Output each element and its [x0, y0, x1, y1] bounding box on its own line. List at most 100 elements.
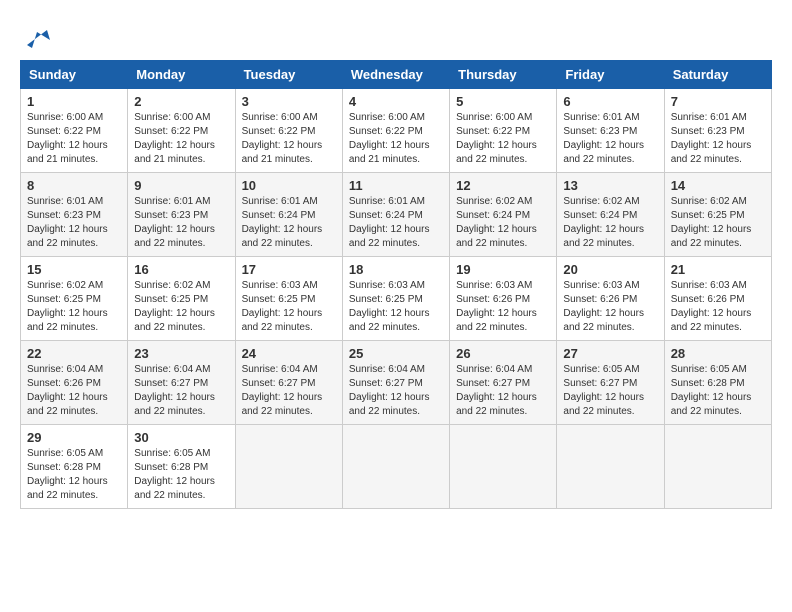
day-number: 22	[27, 346, 121, 361]
calendar-week-row: 8 Sunrise: 6:01 AM Sunset: 6:23 PM Daylig…	[21, 173, 772, 257]
day-number: 18	[349, 262, 443, 277]
weekday-header: Saturday	[664, 61, 771, 89]
day-info: Sunrise: 6:05 AM Sunset: 6:28 PM Dayligh…	[27, 447, 121, 503]
calendar-header-row: SundayMondayTuesdayWednesdayThursdayFrid…	[21, 61, 772, 89]
calendar-cell: 4Sunrise: 6:00 AM Sunset: 6:22 PM Daylig…	[342, 89, 449, 173]
calendar-cell: 8 Sunrise: 6:01 AM Sunset: 6:23 PM Daylig…	[21, 173, 128, 257]
day-number: 29	[27, 430, 121, 445]
day-number: 26	[456, 346, 550, 361]
day-info: Sunrise: 6:01 AM Sunset: 6:24 PM Dayligh…	[242, 195, 336, 251]
day-number: 12	[456, 178, 550, 193]
calendar-week-row: 1Sunrise: 6:00 AM Sunset: 6:22 PM Daylig…	[21, 89, 772, 173]
day-info: Sunrise: 6:04 AM Sunset: 6:26 PM Dayligh…	[27, 363, 121, 419]
calendar-cell: 18 Sunrise: 6:03 AM Sunset: 6:25 PM Dayli…	[342, 257, 449, 341]
calendar-cell: 11 Sunrise: 6:01 AM Sunset: 6:24 PM Dayli…	[342, 173, 449, 257]
day-info: Sunrise: 6:01 AM Sunset: 6:23 PM Dayligh…	[27, 195, 121, 251]
calendar-cell: 24Sunrise: 6:04 AM Sunset: 6:27 PM Dayli…	[235, 341, 342, 425]
logo	[20, 20, 52, 50]
day-info: Sunrise: 6:01 AM Sunset: 6:23 PM Dayligh…	[671, 111, 765, 167]
calendar-cell: 6 Sunrise: 6:01 AM Sunset: 6:23 PM Daylig…	[557, 89, 664, 173]
calendar-cell: 16 Sunrise: 6:02 AM Sunset: 6:25 PM Dayli…	[128, 257, 235, 341]
day-number: 11	[349, 178, 443, 193]
day-info: Sunrise: 6:02 AM Sunset: 6:25 PM Dayligh…	[134, 279, 228, 335]
weekday-header: Thursday	[450, 61, 557, 89]
calendar-cell: 1Sunrise: 6:00 AM Sunset: 6:22 PM Daylig…	[21, 89, 128, 173]
calendar-cell: 29 Sunrise: 6:05 AM Sunset: 6:28 PM Dayli…	[21, 425, 128, 509]
day-number: 28	[671, 346, 765, 361]
calendar-cell: 2 Sunrise: 6:00 AM Sunset: 6:22 PM Daylig…	[128, 89, 235, 173]
day-number: 30	[134, 430, 228, 445]
day-number: 21	[671, 262, 765, 277]
calendar-cell: 23 Sunrise: 6:04 AM Sunset: 6:27 PM Dayli…	[128, 341, 235, 425]
day-info: Sunrise: 6:03 AM Sunset: 6:25 PM Dayligh…	[242, 279, 336, 335]
calendar-cell: 7 Sunrise: 6:01 AM Sunset: 6:23 PM Daylig…	[664, 89, 771, 173]
calendar-cell: 27Sunrise: 6:05 AM Sunset: 6:27 PM Dayli…	[557, 341, 664, 425]
calendar-cell	[235, 425, 342, 509]
day-info: Sunrise: 6:02 AM Sunset: 6:25 PM Dayligh…	[671, 195, 765, 251]
day-info: Sunrise: 6:03 AM Sunset: 6:26 PM Dayligh…	[456, 279, 550, 335]
calendar-week-row: 29 Sunrise: 6:05 AM Sunset: 6:28 PM Dayli…	[21, 425, 772, 509]
day-info: Sunrise: 6:03 AM Sunset: 6:26 PM Dayligh…	[671, 279, 765, 335]
day-number: 17	[242, 262, 336, 277]
day-number: 2	[134, 94, 228, 109]
calendar-cell: 28 Sunrise: 6:05 AM Sunset: 6:28 PM Dayli…	[664, 341, 771, 425]
day-info: Sunrise: 6:01 AM Sunset: 6:23 PM Dayligh…	[563, 111, 657, 167]
logo-icon	[22, 20, 52, 50]
day-info: Sunrise: 6:02 AM Sunset: 6:24 PM Dayligh…	[563, 195, 657, 251]
day-number: 20	[563, 262, 657, 277]
calendar-cell: 20 Sunrise: 6:03 AM Sunset: 6:26 PM Dayli…	[557, 257, 664, 341]
calendar-cell: 9 Sunrise: 6:01 AM Sunset: 6:23 PM Daylig…	[128, 173, 235, 257]
day-info: Sunrise: 6:01 AM Sunset: 6:23 PM Dayligh…	[134, 195, 228, 251]
day-info: Sunrise: 6:03 AM Sunset: 6:25 PM Dayligh…	[349, 279, 443, 335]
day-info: Sunrise: 6:05 AM Sunset: 6:28 PM Dayligh…	[671, 363, 765, 419]
calendar-cell: 15 Sunrise: 6:02 AM Sunset: 6:25 PM Dayli…	[21, 257, 128, 341]
calendar-cell: 10 Sunrise: 6:01 AM Sunset: 6:24 PM Dayli…	[235, 173, 342, 257]
calendar-cell	[450, 425, 557, 509]
calendar-cell	[342, 425, 449, 509]
day-info: Sunrise: 6:04 AM Sunset: 6:27 PM Dayligh…	[134, 363, 228, 419]
day-number: 8	[27, 178, 121, 193]
calendar-cell: 26Sunrise: 6:04 AM Sunset: 6:27 PM Dayli…	[450, 341, 557, 425]
day-number: 13	[563, 178, 657, 193]
day-number: 10	[242, 178, 336, 193]
calendar-table: SundayMondayTuesdayWednesdayThursdayFrid…	[20, 60, 772, 509]
calendar-cell: 17 Sunrise: 6:03 AM Sunset: 6:25 PM Dayli…	[235, 257, 342, 341]
calendar-cell: 14 Sunrise: 6:02 AM Sunset: 6:25 PM Dayli…	[664, 173, 771, 257]
calendar-cell	[557, 425, 664, 509]
day-info: Sunrise: 6:03 AM Sunset: 6:26 PM Dayligh…	[563, 279, 657, 335]
calendar-cell: 22 Sunrise: 6:04 AM Sunset: 6:26 PM Dayli…	[21, 341, 128, 425]
calendar-cell: 19Sunrise: 6:03 AM Sunset: 6:26 PM Dayli…	[450, 257, 557, 341]
calendar-week-row: 22 Sunrise: 6:04 AM Sunset: 6:26 PM Dayli…	[21, 341, 772, 425]
day-info: Sunrise: 6:04 AM Sunset: 6:27 PM Dayligh…	[349, 363, 443, 419]
weekday-header: Monday	[128, 61, 235, 89]
day-number: 5	[456, 94, 550, 109]
day-number: 9	[134, 178, 228, 193]
calendar-cell: 30 Sunrise: 6:05 AM Sunset: 6:28 PM Dayli…	[128, 425, 235, 509]
calendar-week-row: 15 Sunrise: 6:02 AM Sunset: 6:25 PM Dayli…	[21, 257, 772, 341]
day-number: 16	[134, 262, 228, 277]
day-number: 15	[27, 262, 121, 277]
day-info: Sunrise: 6:00 AM Sunset: 6:22 PM Dayligh…	[27, 111, 121, 167]
calendar-cell: 21 Sunrise: 6:03 AM Sunset: 6:26 PM Dayli…	[664, 257, 771, 341]
day-info: Sunrise: 6:05 AM Sunset: 6:28 PM Dayligh…	[134, 447, 228, 503]
weekday-header: Sunday	[21, 61, 128, 89]
calendar-cell: 13 Sunrise: 6:02 AM Sunset: 6:24 PM Dayli…	[557, 173, 664, 257]
day-number: 6	[563, 94, 657, 109]
day-number: 7	[671, 94, 765, 109]
calendar-cell: 25 Sunrise: 6:04 AM Sunset: 6:27 PM Dayli…	[342, 341, 449, 425]
weekday-header: Wednesday	[342, 61, 449, 89]
day-number: 27	[563, 346, 657, 361]
day-number: 14	[671, 178, 765, 193]
day-info: Sunrise: 6:02 AM Sunset: 6:25 PM Dayligh…	[27, 279, 121, 335]
day-info: Sunrise: 6:00 AM Sunset: 6:22 PM Dayligh…	[134, 111, 228, 167]
day-number: 23	[134, 346, 228, 361]
calendar-cell: 12 Sunrise: 6:02 AM Sunset: 6:24 PM Dayli…	[450, 173, 557, 257]
day-info: Sunrise: 6:00 AM Sunset: 6:22 PM Dayligh…	[456, 111, 550, 167]
calendar-cell: 5 Sunrise: 6:00 AM Sunset: 6:22 PM Daylig…	[450, 89, 557, 173]
day-info: Sunrise: 6:00 AM Sunset: 6:22 PM Dayligh…	[349, 111, 443, 167]
weekday-header: Friday	[557, 61, 664, 89]
day-info: Sunrise: 6:01 AM Sunset: 6:24 PM Dayligh…	[349, 195, 443, 251]
day-info: Sunrise: 6:04 AM Sunset: 6:27 PM Dayligh…	[242, 363, 336, 419]
day-number: 25	[349, 346, 443, 361]
day-info: Sunrise: 6:02 AM Sunset: 6:24 PM Dayligh…	[456, 195, 550, 251]
